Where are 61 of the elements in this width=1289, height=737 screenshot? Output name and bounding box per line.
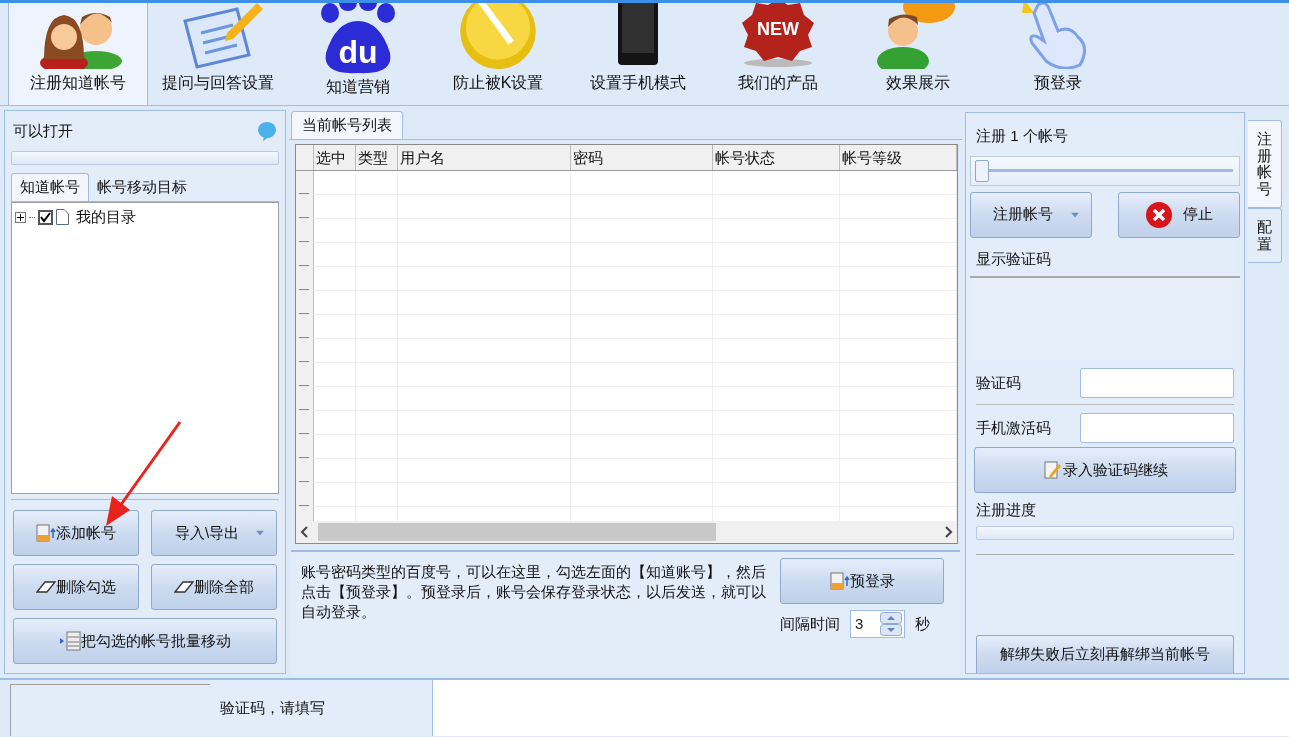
toolbar-button[interactable]: 预登录 [988, 3, 1128, 105]
submit-captcha-button[interactable]: 录入验证码继续 [974, 447, 1236, 493]
side-tab[interactable]: 配置 [1248, 208, 1282, 263]
checkbox[interactable] [38, 209, 53, 225]
action-button[interactable]: 添加帐号 [13, 510, 139, 556]
sms-code-label: 手机激活码 [976, 417, 1051, 438]
stop-button[interactable]: 停止 [1118, 191, 1240, 238]
scroll-left-icon[interactable] [300, 526, 308, 538]
scroll-right-icon[interactable] [945, 526, 953, 538]
column-header[interactable]: 类型 [356, 145, 398, 170]
unbind-button[interactable]: 解绑失败后立刻再解绑当前帐号 [976, 635, 1234, 673]
toolbar-button[interactable]: NEW 我们的产品 [708, 3, 848, 105]
prelogin-button[interactable]: 预登录 [780, 558, 944, 604]
action-button[interactable]: 删除全部 [151, 564, 277, 610]
column-header[interactable]: 帐号状态 [713, 145, 840, 170]
toolbar-button[interactable]: 设置手机模式 [568, 3, 708, 105]
status-message: 验证码，请填写 [220, 697, 325, 718]
captcha-label: 验证码 [976, 372, 1021, 393]
hint-text: 账号密码类型的百度号，可以在这里，勾选左面的【知道账号】，然后点击【预登录】。预登录后，账号会保存登录状态，以后发送，就可以自动登录。 [301, 562, 767, 622]
caret-icon [256, 530, 264, 536]
eraser-icon [174, 580, 194, 594]
tab[interactable]: 当前帐号列表 [291, 111, 403, 139]
action-button[interactable]: 删除勾选 [13, 564, 139, 610]
toolbar-button[interactable]: 提问与回答设置 [148, 3, 288, 105]
status-label: 可以打开 [13, 120, 73, 141]
plus-box-icon[interactable] [15, 211, 26, 223]
seconds-label: 秒 [915, 613, 930, 634]
document-pencil-icon [1042, 460, 1063, 480]
tab[interactable]: 帐号移动目标 [89, 173, 195, 201]
toolbar-button[interactable]: du 知道营销 [288, 3, 428, 105]
list-add-icon [829, 572, 850, 590]
column-header[interactable]: 密码 [571, 145, 713, 170]
list-move-icon [59, 630, 81, 652]
column-header[interactable]: 帐号等级 [840, 145, 957, 170]
progress-label: 注册进度 [976, 500, 1037, 520]
sms-code-input[interactable] [1080, 413, 1234, 443]
horizontal-scrollbar[interactable] [296, 521, 957, 543]
side-tab[interactable]: 注册帐号 [1248, 120, 1282, 208]
count-label: 注册 1 个帐号 [976, 126, 1069, 146]
spin-arrows-icon[interactable] [880, 612, 902, 636]
toolbar-button[interactable]: 效果展示 [848, 3, 988, 105]
interval-label: 间隔时间 [780, 613, 840, 634]
captcha-title: 显示验证码 [976, 248, 1052, 269]
toolbar-button[interactable]: 防止被K设置 [428, 3, 568, 105]
help-bubble-icon [257, 121, 277, 141]
document-icon [56, 209, 69, 225]
close-icon [1145, 200, 1173, 229]
column-header[interactable]: 选中 [314, 145, 356, 170]
register-button[interactable]: 注册帐号 [970, 191, 1092, 238]
column-header[interactable]: 用户名 [398, 145, 571, 170]
list-add-icon [36, 524, 56, 542]
eraser-icon [36, 580, 56, 594]
tree-item[interactable]: 我的目录 [76, 205, 136, 229]
count-slider[interactable] [970, 155, 1240, 186]
action-button[interactable]: 把勾选的帐号批量移动 [13, 618, 277, 664]
toolbar-button[interactable]: 注册知道帐号 [8, 3, 148, 105]
tab[interactable]: 知道帐号 [11, 173, 89, 201]
action-button[interactable]: 导入\导出 [151, 510, 277, 556]
captcha-input[interactable] [1080, 368, 1234, 398]
caret-icon [1071, 212, 1079, 217]
interval-spinner[interactable]: 3 [850, 610, 905, 638]
